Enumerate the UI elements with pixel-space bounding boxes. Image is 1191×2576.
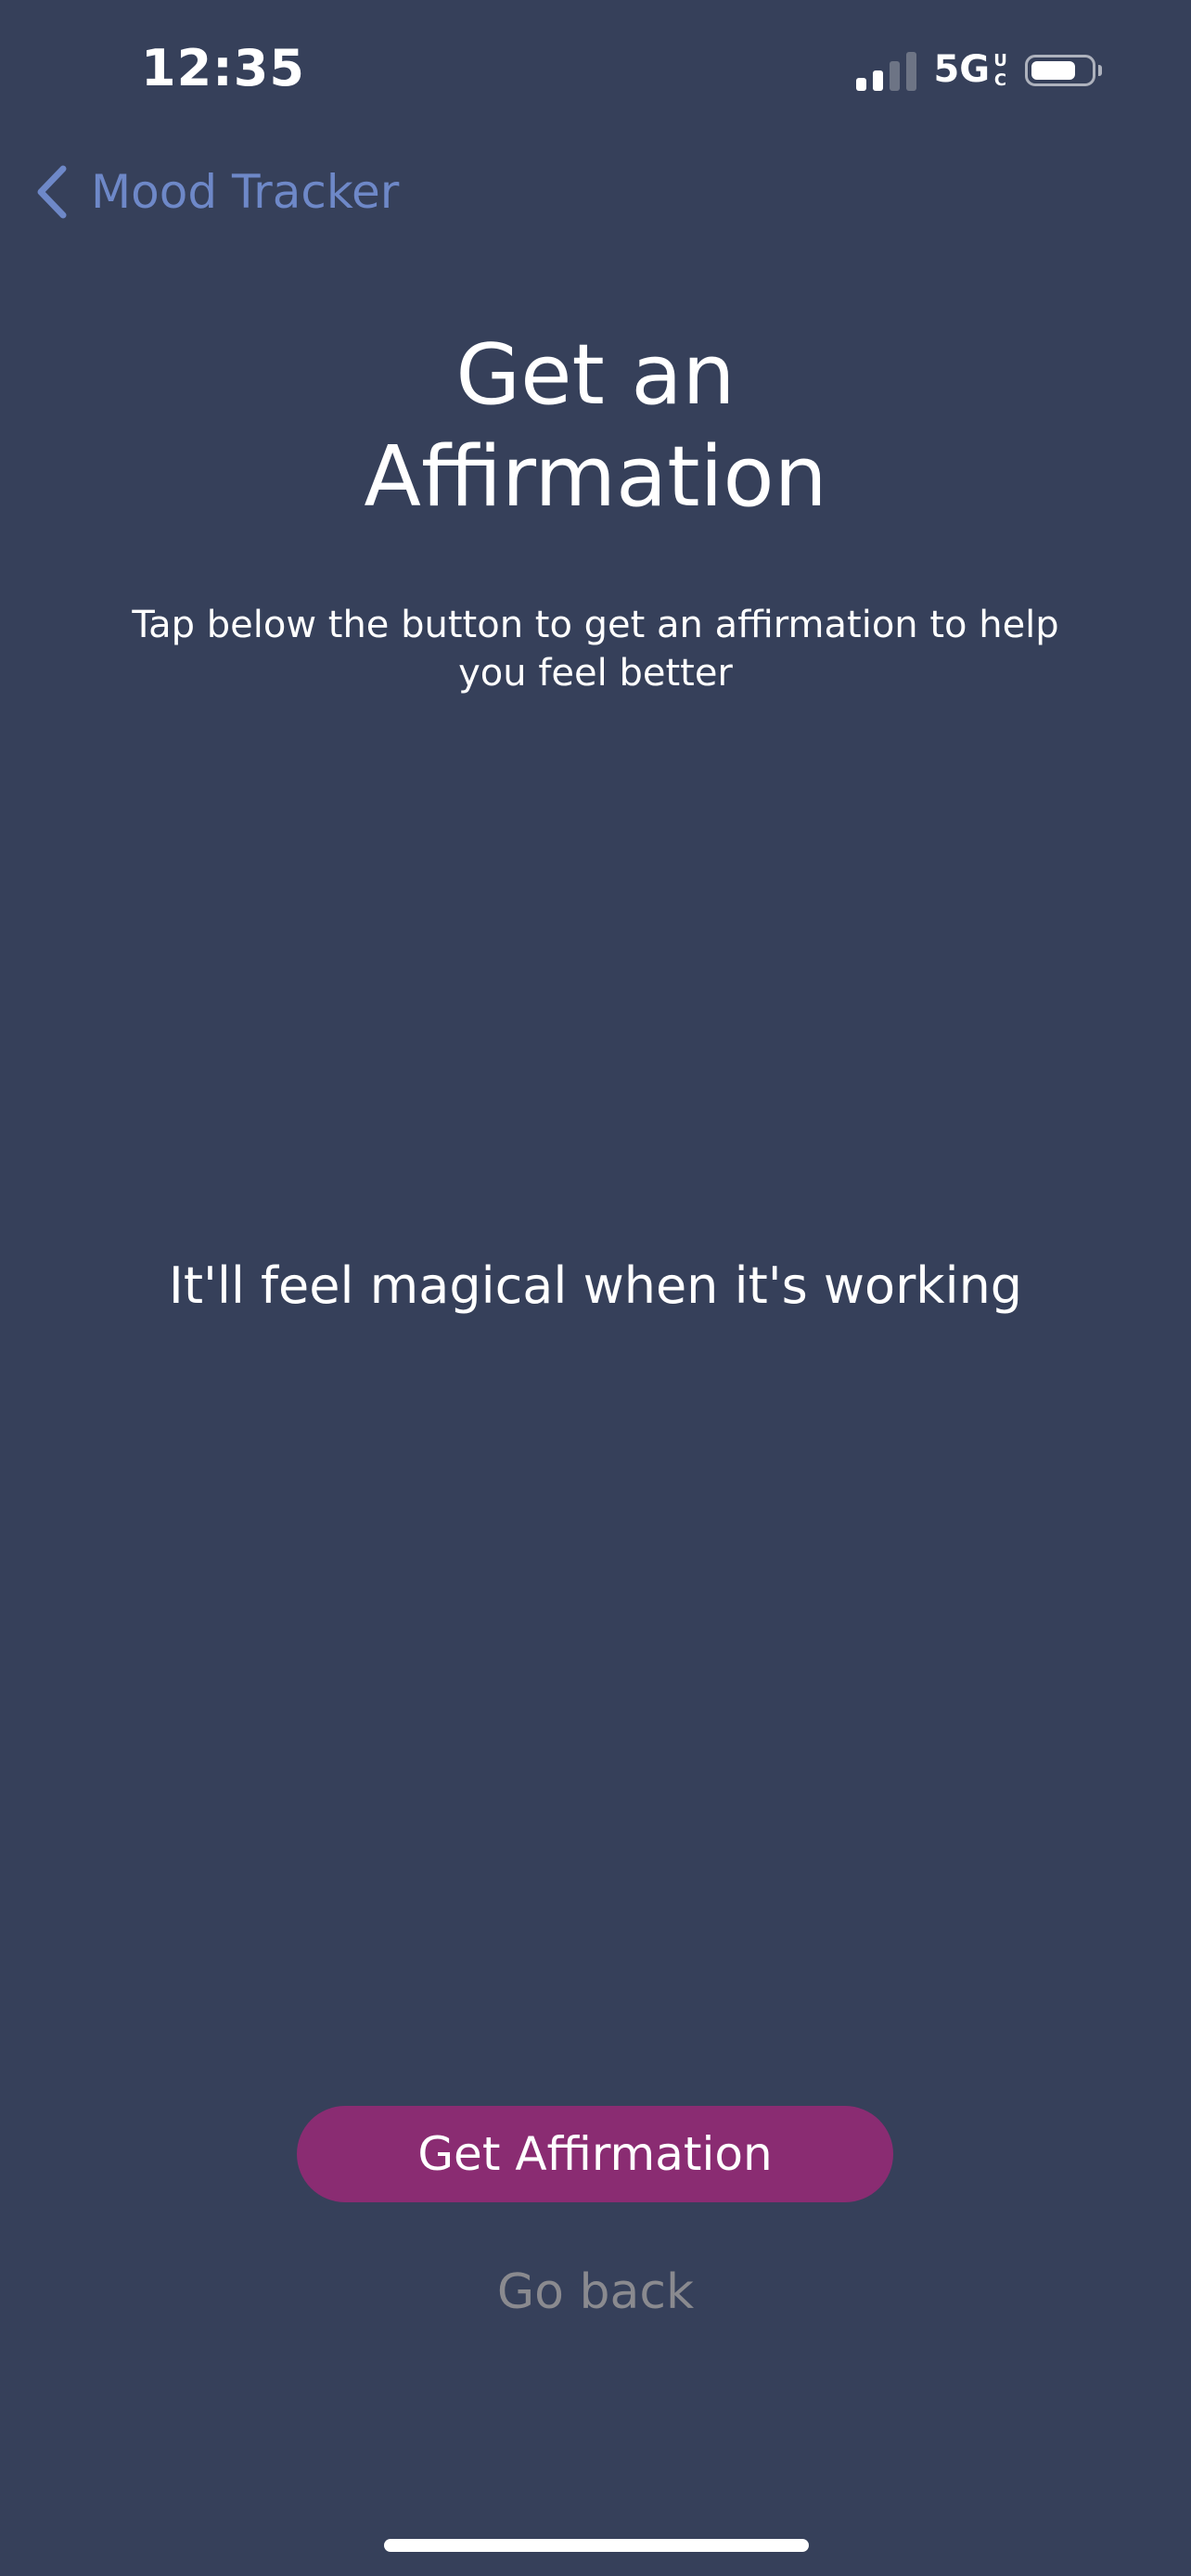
home-indicator[interactable] bbox=[384, 2539, 809, 2552]
get-affirmation-button[interactable]: Get Affirmation bbox=[297, 2106, 893, 2202]
status-time: 12:35 bbox=[141, 39, 305, 97]
page-title-line-1: Get an bbox=[455, 326, 736, 424]
page-title: Get an Affirmation bbox=[0, 325, 1191, 529]
signal-bar-2 bbox=[873, 70, 884, 91]
back-label: Mood Tracker bbox=[91, 165, 400, 219]
network-label: 5G bbox=[933, 48, 991, 91]
page-title-line-2: Affirmation bbox=[364, 428, 827, 526]
signal-bar-3 bbox=[890, 61, 901, 91]
signal-bar-1 bbox=[856, 78, 867, 91]
signal-bar-4 bbox=[906, 52, 917, 91]
battery-body bbox=[1025, 55, 1095, 86]
affirmation-screen: 12:35 5G UC Mood Tracker Get an Affirmat… bbox=[0, 0, 1191, 2576]
affirmation-text: It'll feel magical when it's working bbox=[168, 1256, 1023, 1315]
battery-nub bbox=[1098, 65, 1102, 76]
status-indicators: 5G UC bbox=[856, 48, 1102, 93]
network-type: 5G UC bbox=[933, 48, 1010, 91]
battery-icon bbox=[1025, 55, 1102, 86]
page-subtitle: Tap below the button to get an affirmati… bbox=[132, 604, 1059, 695]
back-button[interactable]: Mood Tracker bbox=[33, 158, 399, 226]
go-back-button[interactable]: Go back bbox=[410, 2255, 781, 2329]
chevron-left-icon bbox=[33, 163, 70, 221]
battery-level bbox=[1031, 61, 1075, 80]
network-suffix: UC bbox=[991, 51, 1010, 90]
signal-icon bbox=[856, 50, 917, 91]
